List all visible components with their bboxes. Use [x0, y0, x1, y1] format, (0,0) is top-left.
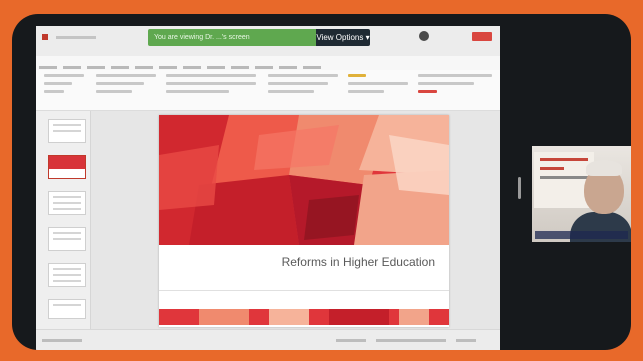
title-bar: You are viewing Dr. ...'s screen View Op… [36, 26, 500, 57]
zoom-level [456, 339, 476, 342]
slide-thumbnails[interactable] [36, 111, 91, 329]
meeting-window: You are viewing Dr. ...'s screen View Op… [12, 14, 631, 350]
slide-thumbnail[interactable] [48, 263, 86, 287]
drawing-group[interactable] [348, 74, 408, 104]
participant-video[interactable] [532, 146, 631, 242]
view-options-button[interactable]: View Options ▾ [316, 29, 370, 46]
quick-access-toolbar[interactable] [56, 36, 96, 39]
current-slide[interactable]: Reforms in Higher Education [159, 115, 449, 327]
slide-thumbnail[interactable] [48, 299, 86, 319]
slide-divider [159, 290, 449, 291]
share-button[interactable] [472, 32, 492, 41]
slide-canvas: Reforms in Higher Education [91, 111, 500, 329]
slides-group[interactable] [96, 74, 156, 104]
slide-cover-art [159, 115, 449, 245]
slide-thumbnail-selected[interactable] [48, 155, 86, 179]
chevron-down-icon: ▾ [365, 33, 370, 42]
slide-thumbnail[interactable] [48, 191, 86, 215]
participant-name-tag [535, 231, 628, 239]
slide-counter [42, 339, 82, 342]
view-buttons[interactable] [336, 339, 366, 342]
ribbon-toolbar[interactable] [36, 70, 500, 111]
app-icon [42, 34, 48, 40]
ribbon-tabs[interactable] [36, 56, 500, 70]
zoom-slider[interactable] [376, 339, 446, 342]
status-bar [36, 329, 500, 350]
slide-title[interactable]: Reforms in Higher Education [282, 255, 435, 269]
slide-thumbnail[interactable] [48, 119, 86, 143]
editing-group[interactable] [418, 74, 492, 104]
resize-handle[interactable] [518, 177, 521, 199]
shared-screen: You are viewing Dr. ...'s screen View Op… [36, 26, 500, 350]
paragraph-group[interactable] [268, 74, 338, 104]
view-options-label: View Options [316, 33, 364, 42]
font-group[interactable] [166, 74, 256, 104]
slide-thumbnail[interactable] [48, 227, 86, 251]
avatar-icon[interactable] [419, 31, 429, 41]
slide-footer-art [159, 309, 449, 325]
screen-share-banner: You are viewing Dr. ...'s screen View Op… [148, 29, 370, 46]
sharing-message: You are viewing Dr. ...'s screen [148, 29, 316, 46]
clipboard-group[interactable] [44, 74, 84, 104]
